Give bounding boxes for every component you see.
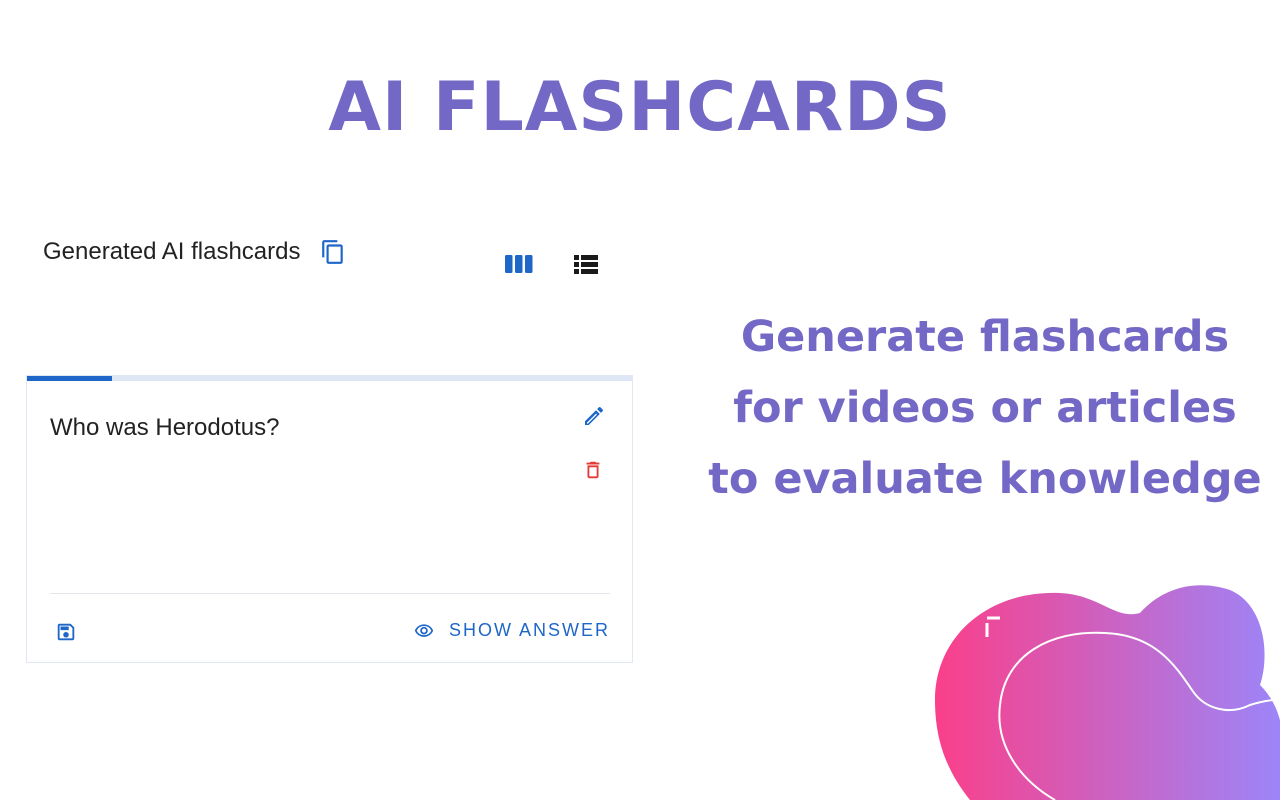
show-answer-button[interactable]: SHOW ANSWER <box>411 620 610 641</box>
copy-icon <box>322 240 344 264</box>
copy-button[interactable] <box>320 238 346 266</box>
panel-header: Generated AI flashcards <box>43 238 346 266</box>
blob-shape <box>935 585 1280 800</box>
save-icon <box>57 623 75 641</box>
progress-fill <box>27 376 112 381</box>
grid-view-button[interactable] <box>504 250 534 278</box>
save-button[interactable] <box>55 621 77 643</box>
trash-icon <box>586 461 600 479</box>
tagline-line: for videos or articles <box>733 383 1237 433</box>
card-divider <box>50 593 610 594</box>
hero-title: AI FLASHCARDS <box>328 68 952 147</box>
tagline-line: to evaluate knowledge <box>708 454 1262 504</box>
tagline-line: Generate flashcards <box>740 312 1230 362</box>
show-answer-label: SHOW ANSWER <box>448 620 610 640</box>
edit-button[interactable] <box>582 404 606 428</box>
tagline: Generate flashcards for videos or articl… <box>700 302 1270 515</box>
list-view-button[interactable] <box>571 250 601 278</box>
eye-icon <box>414 623 434 637</box>
flashcard: Who was Herodotus? SHOW ANSWER <box>26 375 633 663</box>
delete-button[interactable] <box>582 458 604 482</box>
view-column-icon <box>505 255 533 273</box>
progress-bar <box>27 376 632 381</box>
view-list-icon <box>574 255 598 274</box>
panel-title: Generated AI flashcards <box>43 238 301 265</box>
decorative-blob <box>935 585 1280 800</box>
flashcard-question: Who was Herodotus? <box>50 414 280 441</box>
pencil-icon <box>585 406 604 425</box>
